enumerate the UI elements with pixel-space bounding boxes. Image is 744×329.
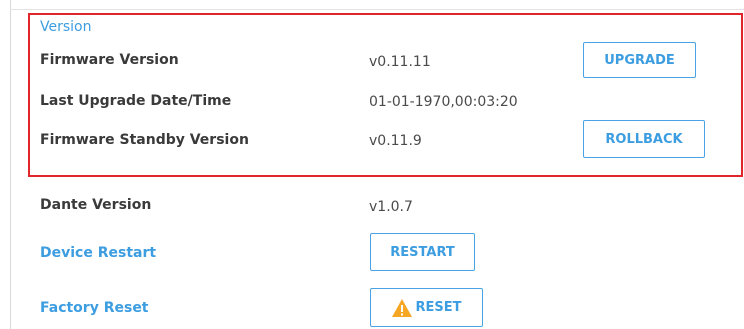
version-section-title: Version: [40, 19, 92, 35]
restart-button[interactable]: RESTART: [370, 233, 475, 271]
upgrade-button[interactable]: UPGRADE: [583, 42, 696, 78]
warning-icon: [391, 298, 413, 318]
rollback-button-label: ROLLBACK: [605, 131, 683, 147]
standby-version-value: v0.11.9: [369, 133, 422, 149]
dante-version-value: v1.0.7: [369, 199, 413, 215]
device-restart-label: Device Restart: [40, 245, 157, 261]
standby-version-label: Firmware Standby Version: [40, 132, 249, 148]
firmware-version-label: Firmware Version: [40, 52, 179, 68]
dante-version-label: Dante Version: [40, 197, 152, 213]
upgrade-button-label: UPGRADE: [604, 52, 675, 68]
divider: [10, 9, 744, 10]
restart-button-label: RESTART: [390, 244, 455, 260]
firmware-version-value: v0.11.11: [369, 54, 431, 70]
reset-button[interactable]: RESET: [370, 288, 483, 327]
factory-reset-label: Factory Reset: [40, 300, 149, 316]
reset-button-label: RESET: [415, 300, 462, 315]
last-upgrade-label: Last Upgrade Date/Time: [40, 93, 232, 109]
rollback-button[interactable]: ROLLBACK: [583, 120, 705, 158]
last-upgrade-value: 01-01-1970,00:03:20: [369, 94, 518, 110]
